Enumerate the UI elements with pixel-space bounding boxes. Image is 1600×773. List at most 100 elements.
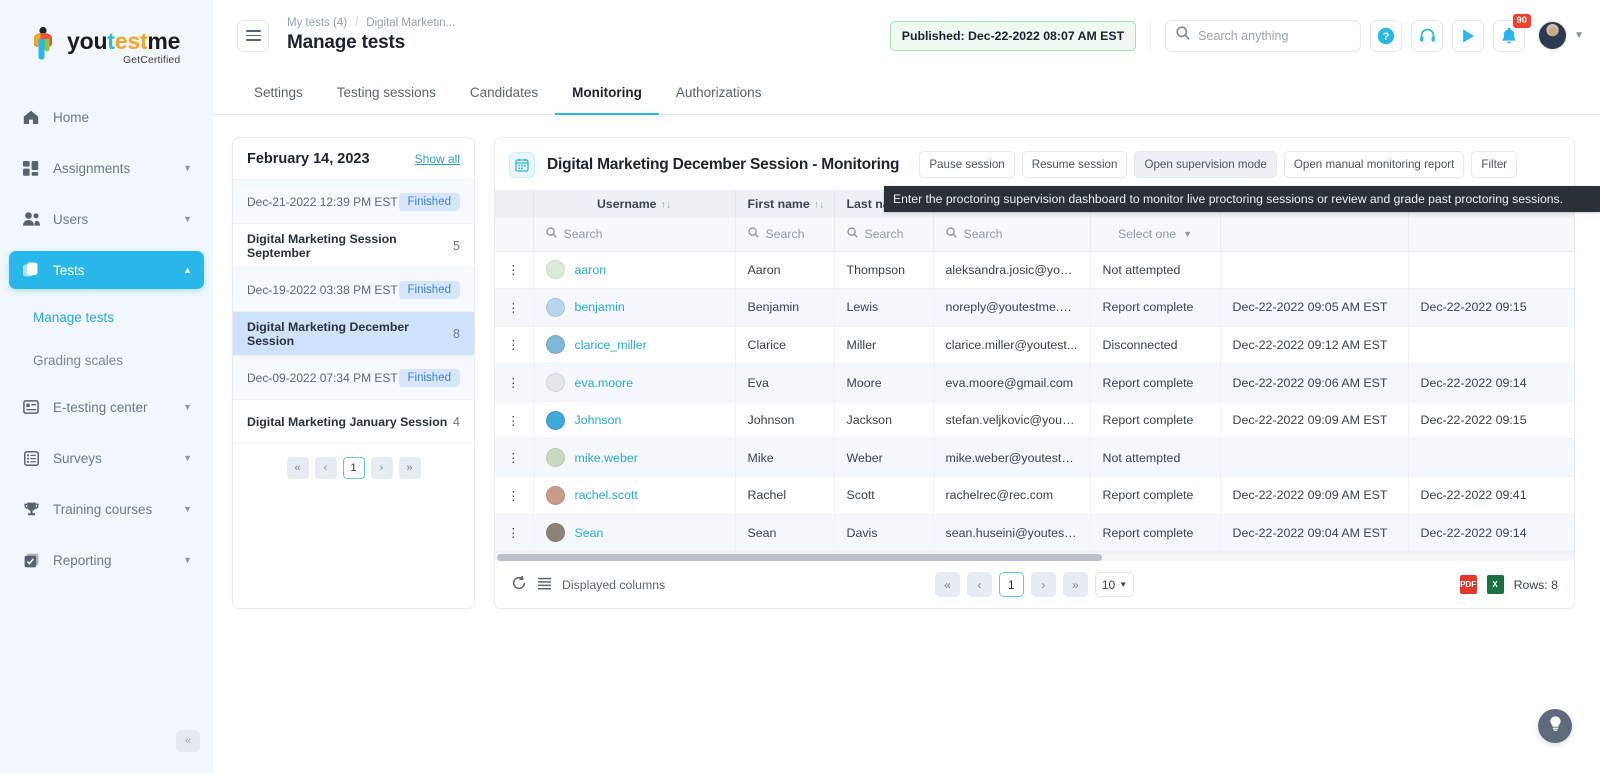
support-headset-button[interactable] bbox=[1411, 20, 1443, 52]
session-name-row-selected[interactable]: Digital Marketing December Session 8 bbox=[233, 311, 474, 355]
pagination-last-button[interactable]: » bbox=[399, 457, 421, 479]
global-search[interactable] bbox=[1165, 20, 1361, 52]
search-input[interactable] bbox=[1198, 29, 1350, 43]
table-row[interactable]: ⋮ Sean Sean Davis sean.huseini@youtest..… bbox=[495, 514, 1575, 552]
filter-button[interactable]: Filter bbox=[1471, 151, 1517, 178]
pagination-prev-button[interactable]: ‹ bbox=[315, 457, 337, 479]
tab-monitoring[interactable]: Monitoring bbox=[555, 71, 659, 114]
pagination-next-button[interactable]: › bbox=[371, 457, 393, 479]
open-supervision-mode-button[interactable]: Open supervision mode bbox=[1134, 151, 1276, 178]
sidebar-item-label: Reporting bbox=[53, 553, 112, 568]
username-link[interactable]: eva.moore bbox=[575, 376, 634, 390]
export-excel-icon[interactable]: X bbox=[1487, 575, 1504, 594]
sidebar-item-assignments[interactable]: Assignments ▼ bbox=[9, 149, 204, 187]
row-menu-button[interactable]: ⋮ bbox=[495, 439, 533, 477]
row-menu-button[interactable]: ⋮ bbox=[495, 289, 533, 327]
session-date-row[interactable]: Dec-09-2022 07:34 PM EST Finished bbox=[233, 355, 474, 399]
resume-session-button[interactable]: Resume session bbox=[1022, 151, 1128, 178]
pause-session-button[interactable]: Pause session bbox=[919, 151, 1014, 178]
session-date-row[interactable]: Dec-21-2022 12:39 PM EST Finished bbox=[233, 179, 474, 223]
displayed-columns-label[interactable]: Displayed columns bbox=[562, 578, 665, 592]
filter-cell-first-name[interactable]: Search bbox=[735, 218, 834, 251]
sidebar-item-surveys[interactable]: Surveys ▼ bbox=[9, 439, 204, 477]
refresh-icon[interactable] bbox=[511, 575, 527, 594]
export-pdf-icon[interactable]: PDF bbox=[1460, 575, 1477, 594]
row-menu-button[interactable]: ⋮ bbox=[495, 251, 533, 289]
table-row[interactable]: ⋮ eva.moore Eva Moore eva.moore@gmail.co… bbox=[495, 364, 1575, 402]
sidebar-item-users[interactable]: Users ▼ bbox=[9, 200, 204, 238]
session-date-row[interactable]: Dec-19-2022 03:38 PM EST Finished bbox=[233, 267, 474, 311]
tab-candidates[interactable]: Candidates bbox=[453, 71, 555, 114]
column-header-first-name[interactable]: First name↑↓ bbox=[735, 190, 834, 218]
username-link[interactable]: Sean bbox=[575, 526, 604, 540]
scrollbar-thumb[interactable] bbox=[497, 554, 1102, 561]
help-tips-fab-button[interactable] bbox=[1538, 709, 1572, 743]
table-row[interactable]: ⋮ clarice_miller Clarice Miller clarice.… bbox=[495, 326, 1575, 364]
help-button[interactable]: ? bbox=[1370, 20, 1402, 52]
pagination-current-page[interactable]: 1 bbox=[999, 572, 1024, 597]
session-name-row[interactable]: Digital Marketing Session September 5 bbox=[233, 223, 474, 267]
pagination-prev-button[interactable]: ‹ bbox=[967, 572, 992, 597]
filter-cell-last-name[interactable]: Search bbox=[834, 218, 933, 251]
username-link[interactable]: rachel.scott bbox=[575, 488, 638, 502]
username-link[interactable]: mike.weber bbox=[575, 451, 638, 465]
table-row[interactable]: ⋮ Johnson Johnson Jackson stefan.veljkov… bbox=[495, 401, 1575, 439]
sidebar-item-reporting[interactable]: Reporting ▼ bbox=[9, 541, 204, 579]
row-menu-button[interactable]: ⋮ bbox=[495, 477, 533, 515]
tab-testing-sessions[interactable]: Testing sessions bbox=[320, 71, 453, 114]
sort-icon[interactable]: ↑↓ bbox=[814, 199, 825, 211]
sidebar-collapse-button[interactable]: « bbox=[176, 730, 200, 752]
sidebar-item-training-courses[interactable]: Training courses ▼ bbox=[9, 490, 204, 528]
sidebar-item-grading-scales[interactable]: Grading scales bbox=[0, 345, 213, 375]
row-menu-button[interactable]: ⋮ bbox=[495, 326, 533, 364]
filter-cell-email[interactable]: Search bbox=[933, 218, 1090, 251]
username-link[interactable]: clarice_miller bbox=[575, 338, 647, 352]
pagination-last-button[interactable]: » bbox=[1063, 572, 1088, 597]
users-icon bbox=[21, 210, 41, 228]
chevron-down-icon: ▼ bbox=[183, 163, 192, 173]
breadcrumb-item-test[interactable]: Digital Marketin... bbox=[366, 17, 455, 29]
page-size-select[interactable]: 10 ▼ bbox=[1095, 572, 1134, 597]
filter-cell-username[interactable]: Search bbox=[533, 218, 735, 251]
brand-logo[interactable]: youtestme GetCertified bbox=[0, 0, 213, 62]
table-row[interactable]: ⋮ benjamin Benjamin Lewis noreply@youtes… bbox=[495, 289, 1575, 327]
breadcrumb-item-my-tests[interactable]: My tests (4) bbox=[287, 17, 347, 29]
pagination-first-button[interactable]: « bbox=[935, 572, 960, 597]
cell-started: Dec-22-2022 09:06 AM EST bbox=[1220, 364, 1408, 402]
tab-settings[interactable]: Settings bbox=[237, 71, 320, 114]
pagination-next-button[interactable]: › bbox=[1031, 572, 1056, 597]
column-header-username[interactable]: Username↑↓ bbox=[533, 190, 735, 218]
pagination-current-page[interactable]: 1 bbox=[343, 457, 365, 479]
tab-authorizations[interactable]: Authorizations bbox=[659, 71, 779, 114]
sidebar-item-home[interactable]: Home bbox=[9, 98, 204, 136]
columns-icon[interactable] bbox=[538, 577, 551, 593]
menu-toggle-button[interactable] bbox=[237, 20, 269, 52]
row-menu-button[interactable]: ⋮ bbox=[495, 364, 533, 402]
sort-icon[interactable]: ↑↓ bbox=[660, 199, 671, 211]
open-manual-monitoring-report-button[interactable]: Open manual monitoring report bbox=[1284, 151, 1464, 178]
sidebar-item-etesting-center[interactable]: E-testing center ▼ bbox=[9, 388, 204, 426]
horizontal-scrollbar[interactable] bbox=[495, 552, 1574, 561]
cell-username: eva.moore bbox=[533, 364, 735, 402]
notifications-button[interactable]: 90 bbox=[1493, 20, 1525, 52]
pagination-first-button[interactable]: « bbox=[287, 457, 309, 479]
sidebar-item-manage-tests[interactable]: Manage tests bbox=[0, 302, 213, 332]
table-row[interactable]: ⋮ aaron Aaron Thompson aleksandra.josic@… bbox=[495, 251, 1575, 289]
session-name-row[interactable]: Digital Marketing January Session 4 bbox=[233, 399, 474, 443]
username-link[interactable]: benjamin bbox=[575, 300, 625, 314]
chevron-down-icon[interactable]: ▼ bbox=[1574, 30, 1584, 41]
filter-placeholder: Search bbox=[766, 227, 805, 241]
table-row[interactable]: ⋮ mike.weber Mike Weber mike.weber@youte… bbox=[495, 439, 1575, 477]
filter-cell-status[interactable]: Select one ▼ bbox=[1090, 218, 1220, 251]
table-row[interactable]: ⋮ rachel.scott Rachel Scott rachelrec@re… bbox=[495, 477, 1575, 515]
sidebar-item-tests[interactable]: Tests ▲ bbox=[9, 251, 204, 289]
sessions-pagination: « ‹ 1 › » bbox=[233, 443, 474, 491]
row-menu-button[interactable]: ⋮ bbox=[495, 514, 533, 552]
published-status-badge: Published: Dec-22-2022 08:07 AM EST bbox=[890, 21, 1136, 51]
username-link[interactable]: aaron bbox=[575, 263, 607, 277]
play-button[interactable] bbox=[1452, 20, 1484, 52]
show-all-link[interactable]: Show all bbox=[415, 152, 460, 166]
username-link[interactable]: Johnson bbox=[575, 413, 622, 427]
row-menu-button[interactable]: ⋮ bbox=[495, 401, 533, 439]
avatar[interactable] bbox=[1538, 21, 1567, 50]
